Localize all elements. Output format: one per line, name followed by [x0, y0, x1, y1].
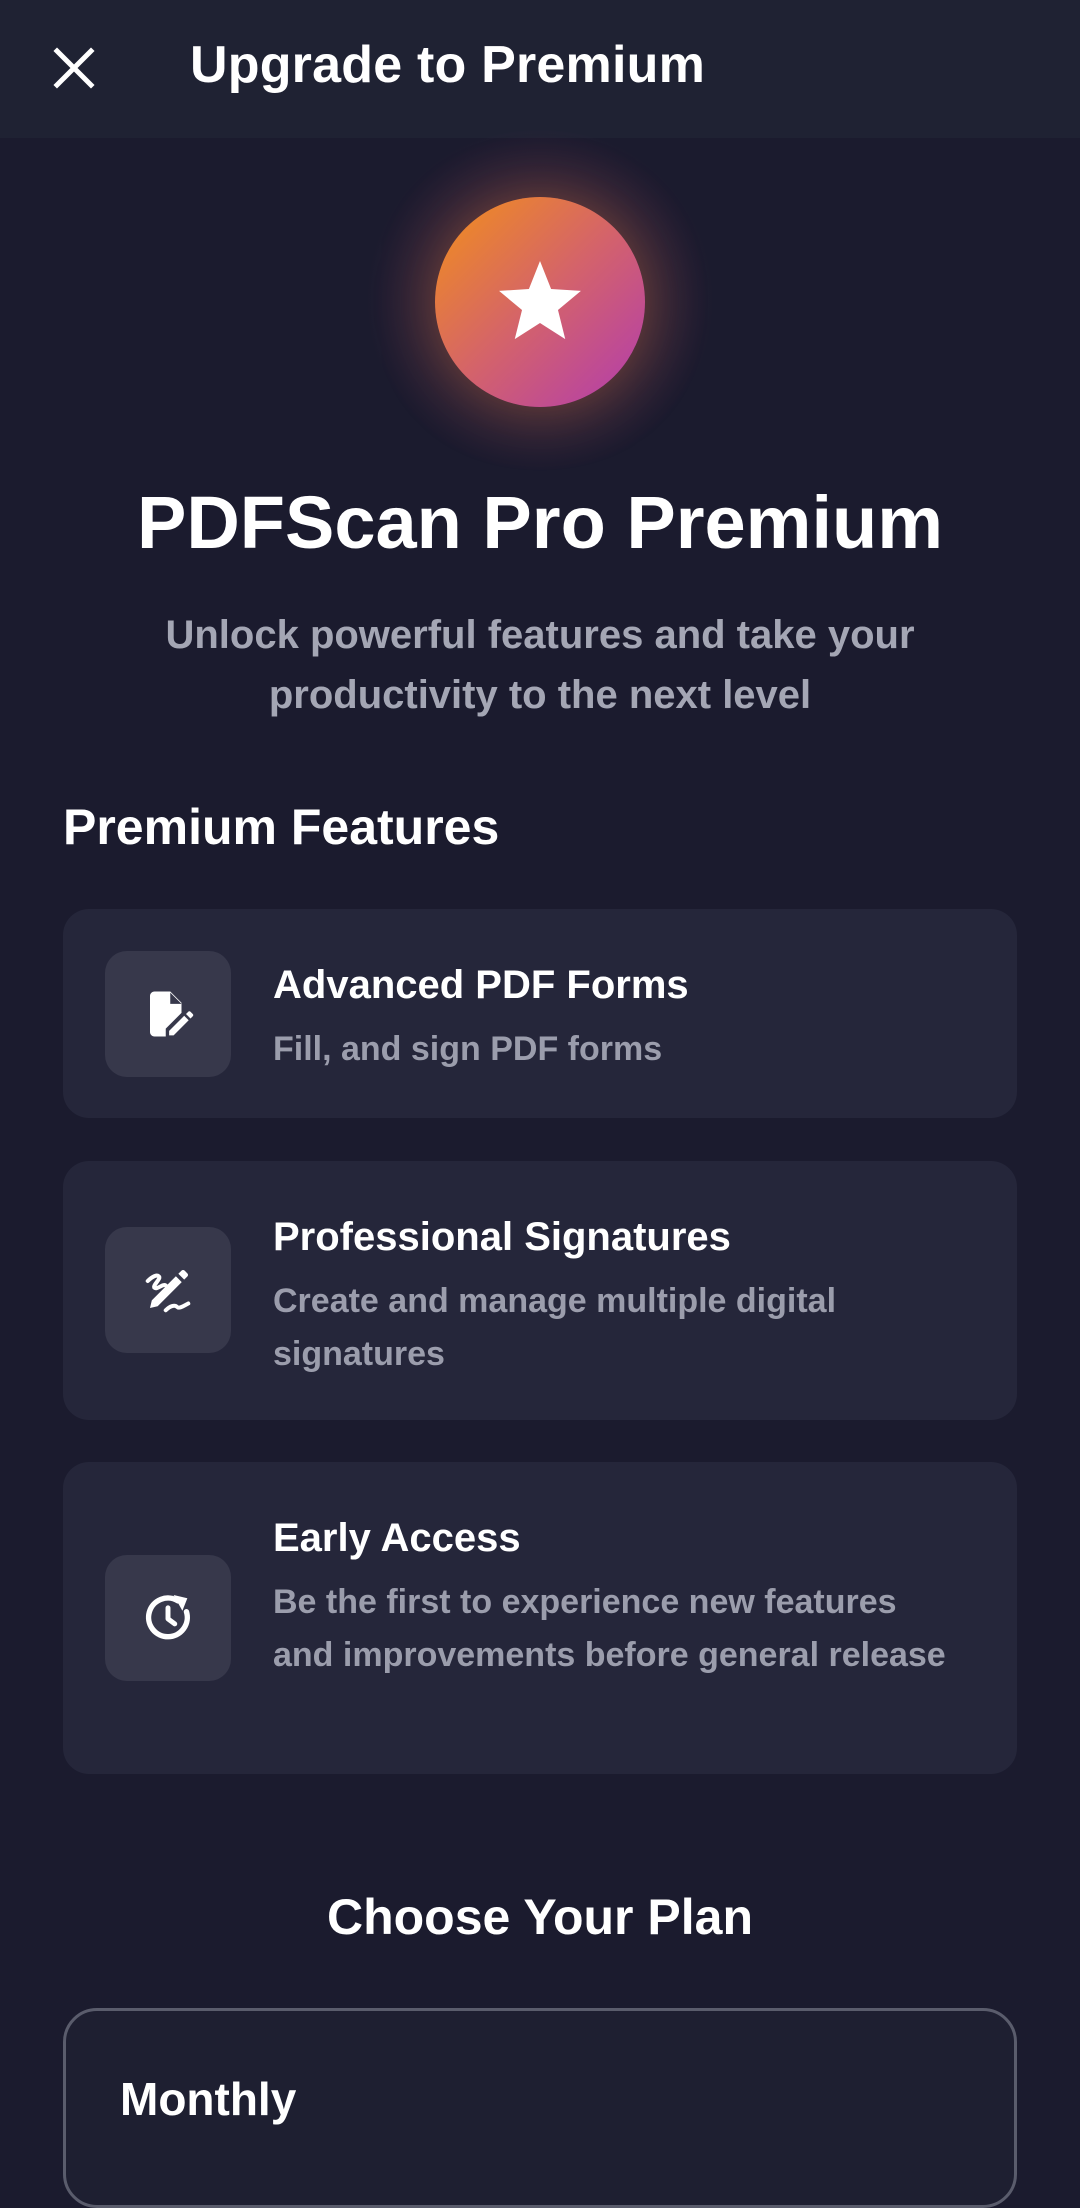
plan-option-monthly[interactable]: Monthly: [63, 2008, 1017, 2208]
star-icon: [499, 261, 581, 340]
feature-title: Professional Signatures: [273, 1215, 731, 1259]
close-button[interactable]: [44, 38, 104, 98]
feature-description: Create and manage multiple digital signa…: [273, 1282, 837, 1373]
feature-title: Advanced PDF Forms: [273, 963, 689, 1007]
feature-icon-container: [105, 1227, 231, 1353]
plan-name: Monthly: [120, 2073, 297, 2125]
signature-icon: [145, 1269, 191, 1313]
premium-badge: [435, 197, 645, 407]
product-title: PDFScan Pro Premium: [136, 481, 943, 564]
app-bar: Upgrade to Premium: [0, 0, 1080, 138]
product-subtitle: Unlock powerful features and take your p…: [165, 613, 915, 717]
feature-icon-container: [105, 1555, 231, 1681]
update-clock-icon: [145, 1595, 190, 1640]
feature-description: Be the first to experience new features …: [273, 1583, 946, 1674]
features-heading: Premium Features: [63, 799, 500, 855]
page-title: Upgrade to Premium: [190, 36, 706, 94]
feature-icon-container: [105, 951, 231, 1077]
feature-title: Early Access: [273, 1516, 521, 1560]
feature-card-professional-signatures: Professional Signatures Create and manag…: [63, 1161, 1017, 1420]
plans-heading: Choose Your Plan: [326, 1889, 753, 1945]
edit-document-icon: [150, 991, 194, 1037]
feature-card-early-access: Early Access Be the first to experience …: [63, 1462, 1017, 1774]
feature-description: Fill, and sign PDF forms: [273, 1030, 663, 1068]
close-icon: [53, 47, 95, 89]
feature-card-advanced-pdf-forms: Advanced PDF Forms Fill, and sign PDF fo…: [63, 909, 1017, 1118]
